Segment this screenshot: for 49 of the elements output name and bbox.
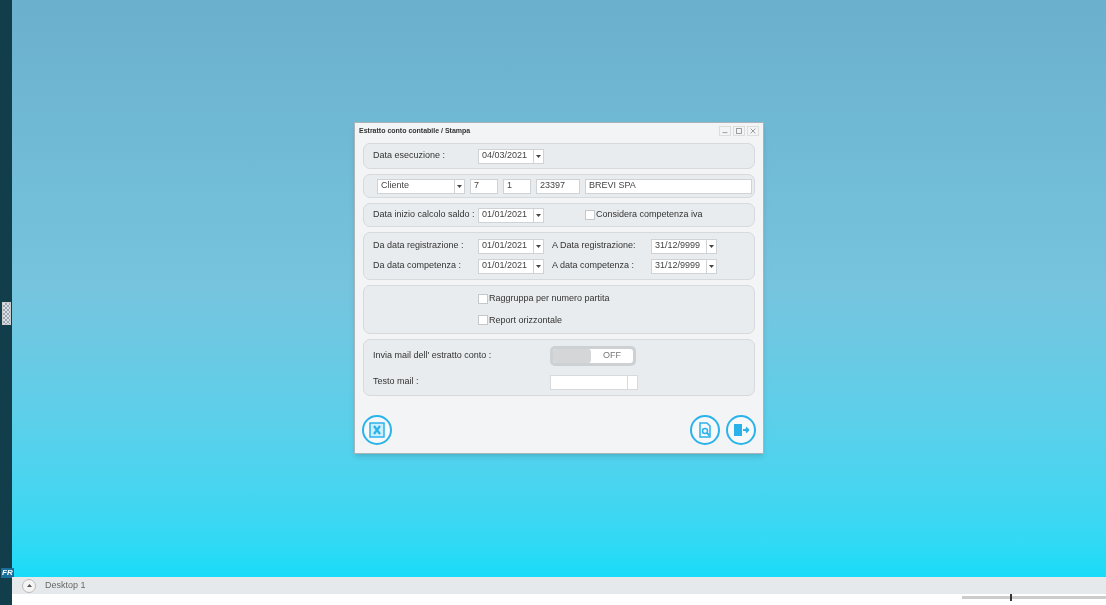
field-label: Data inizio calcolo saldo : <box>373 208 476 222</box>
checkbox-label: Raggruppa per numero partita <box>489 292 610 305</box>
input-field[interactable]: BREVI SPA <box>585 178 752 194</box>
date-field[interactable]: 01/01/2021 <box>478 258 544 274</box>
date-field[interactable]: 01/01/2021 <box>478 238 544 254</box>
caret-icon <box>536 244 541 248</box>
caret-icon <box>709 264 714 268</box>
input-field[interactable]: 23397 <box>536 178 580 194</box>
exit-door-icon <box>733 423 749 437</box>
scroll-thumb <box>2 302 11 325</box>
field-label: Testo mail : <box>373 375 420 389</box>
caret-icon <box>536 154 541 158</box>
field-label: Da data competenza : <box>373 259 463 273</box>
spreadsheet-icon <box>369 422 385 438</box>
toggle-switch[interactable]: OFF <box>550 345 636 366</box>
input-field[interactable]: 1 <box>503 178 531 194</box>
excel-button[interactable] <box>362 415 392 445</box>
slider-thumb[interactable] <box>1009 594 1012 601</box>
field-label: Invia mail dell' estratto conto : <box>373 348 493 362</box>
caret-icon <box>26 584 32 587</box>
expand-button[interactable] <box>22 578 36 593</box>
checkbox[interactable] <box>478 293 488 304</box>
maximize-icon[interactable] <box>733 126 745 136</box>
exit-button[interactable] <box>726 415 756 445</box>
checkbox-label: Report orizzontale <box>489 313 563 327</box>
input-field[interactable] <box>550 374 638 390</box>
checkbox[interactable] <box>585 210 595 220</box>
date-field[interactable]: 31/12/9999 <box>651 238 717 254</box>
field-label: A Data registrazione: <box>551 239 637 253</box>
caret-icon <box>457 184 462 188</box>
side-label: FR <box>1 568 14 578</box>
account-type-dropdown[interactable]: Cliente <box>377 178 465 194</box>
date-field[interactable]: 31/12/9999 <box>651 258 717 274</box>
field-label: A data competenza : <box>551 259 636 273</box>
date-field[interactable]: 04/03/2021 <box>478 148 544 164</box>
caret-icon <box>709 244 714 248</box>
date-field[interactable]: 01/01/2021 <box>478 207 544 223</box>
desktop-label[interactable]: Desktop 1 <box>45 578 86 593</box>
caret-icon <box>536 264 541 268</box>
minimize-icon[interactable] <box>719 126 731 136</box>
checkbox[interactable] <box>478 315 488 326</box>
checkbox-label: Considera competenza iva <box>596 208 703 222</box>
field-label: Data esecuzione : <box>373 149 447 163</box>
caret-icon <box>536 213 541 217</box>
preview-button[interactable] <box>690 415 720 445</box>
input-field[interactable]: 7 <box>470 178 498 194</box>
field-label: Da data registrazione : <box>373 239 465 253</box>
close-icon[interactable] <box>747 126 759 136</box>
document-search-icon <box>698 422 712 438</box>
